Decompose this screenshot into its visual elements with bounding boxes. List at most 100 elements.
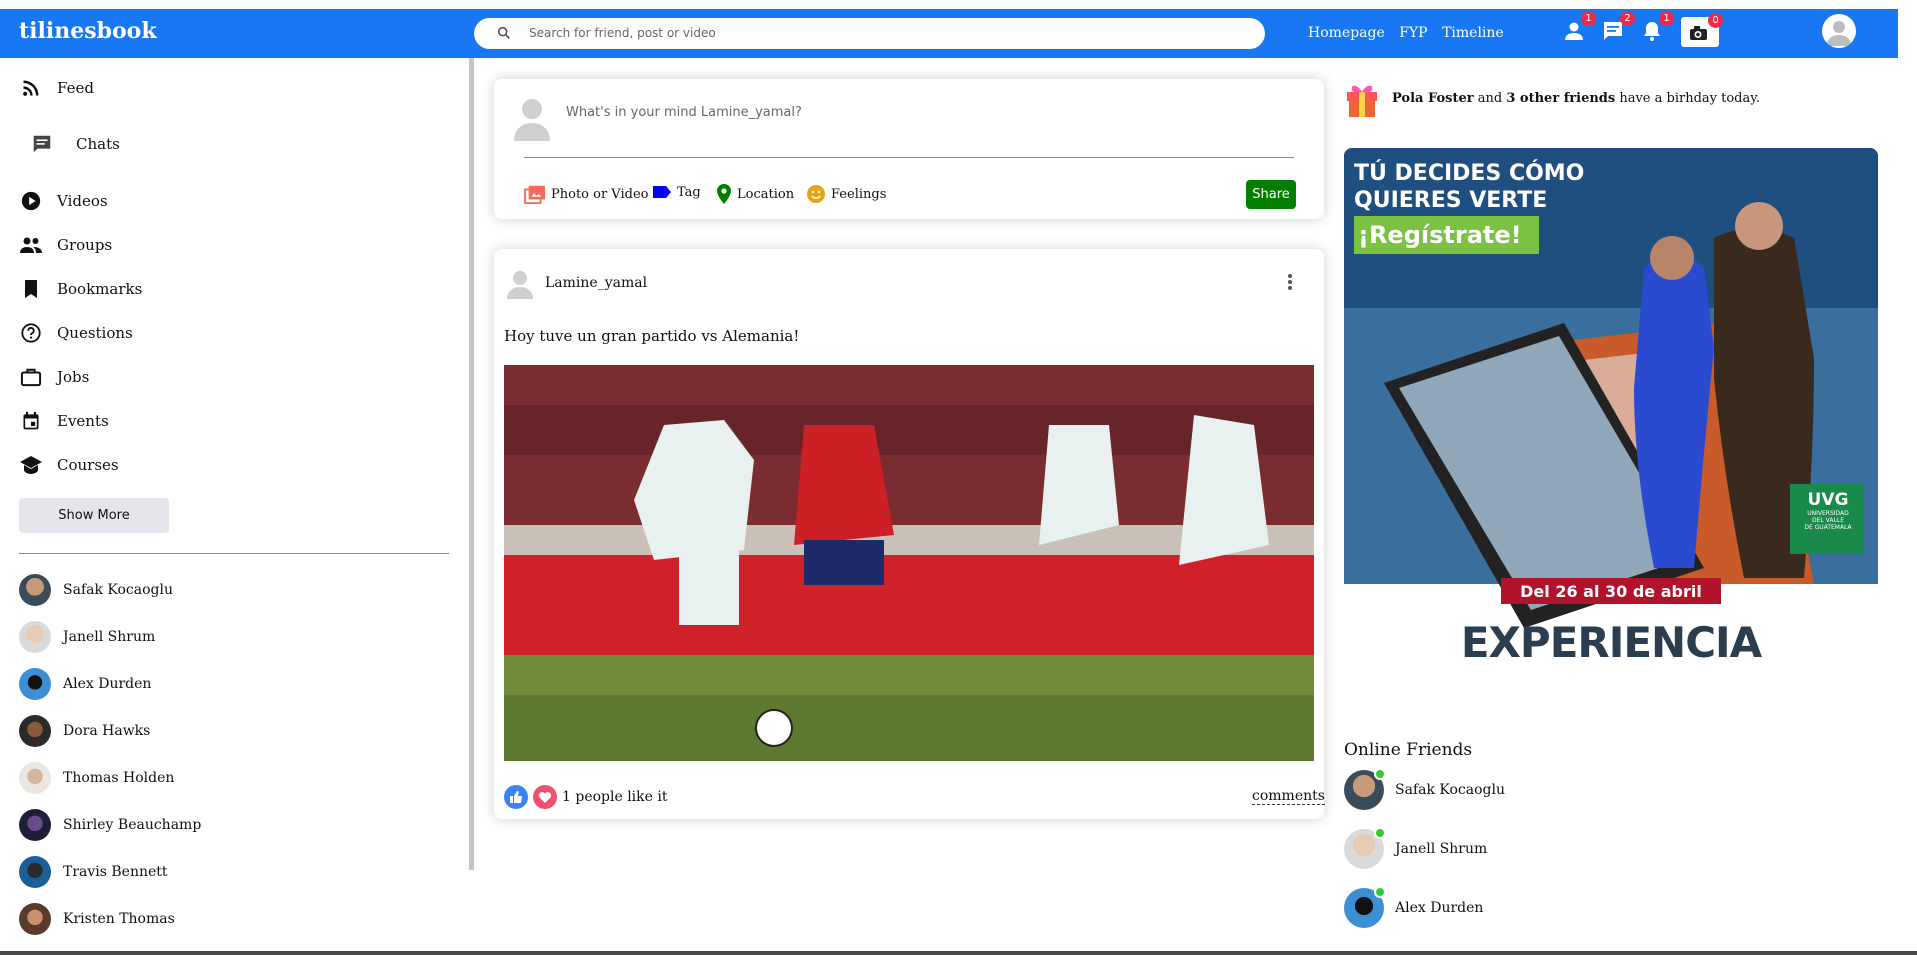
share-input[interactable]: What's in your mind Lamine_yamal? (566, 105, 802, 120)
sidebar-item-groups[interactable]: Groups (19, 233, 112, 257)
avatar (19, 903, 51, 935)
post-card: Lamine_yamal Hoy tuve un gran partido vs… (494, 249, 1325, 819)
camera-button[interactable]: 0 (1681, 13, 1723, 47)
photo-video-option[interactable]: Photo or Video (524, 184, 648, 204)
sidebar-item-label: Questions (57, 324, 133, 342)
friend-item[interactable]: Alex Durden (19, 668, 151, 700)
ad-headline: TÚ DECIDES CÓMO QUIERES VERTE (1354, 160, 1584, 214)
love-button[interactable] (533, 785, 557, 809)
homepage-link[interactable]: Homepage (1308, 25, 1385, 41)
likes-count: 1 people like it (562, 789, 668, 805)
online-friend-item[interactable]: Alex Durden (1344, 886, 1483, 928)
ad-dates: Del 26 al 30 de abril (1520, 582, 1702, 601)
play-circle-icon (21, 191, 41, 211)
friend-item[interactable]: Janell Shrum (19, 621, 155, 653)
sidebar-item-chats[interactable]: Chats (30, 132, 120, 156)
friend-item[interactable]: Thomas Holden (19, 762, 174, 794)
ad-logo-sub3: DE GUATEMALA (1804, 524, 1852, 531)
messages-button[interactable]: 2 (1601, 11, 1635, 45)
search-input[interactable]: Search for friend, post or video (529, 26, 716, 40)
browser-top-strip (0, 0, 1917, 9)
avatar (19, 809, 51, 841)
option-label: Photo or Video (551, 186, 649, 202)
group-icon (20, 237, 42, 253)
sidebar-item-questions[interactable]: Questions (19, 321, 133, 345)
post-image[interactable] (504, 365, 1314, 761)
help-circle-icon (21, 323, 41, 343)
messages-badge: 2 (1620, 11, 1635, 26)
bottom-edge (0, 951, 1917, 955)
birthday-text: have a birhday today. (1615, 90, 1760, 106)
label-icon (653, 186, 671, 198)
friend-name: Alex Durden (63, 676, 152, 692)
sidebar-item-events[interactable]: Events (19, 409, 109, 433)
post-username[interactable]: Lamine_yamal (545, 275, 647, 291)
online-friend-item[interactable]: Janell Shrum (1344, 827, 1487, 869)
friend-item[interactable]: Travis Bennett (19, 856, 168, 888)
search-bar[interactable]: Search for friend, post or video (474, 18, 1265, 49)
ad-line1: TÚ DECIDES CÓMO (1354, 161, 1585, 186)
feelings-option[interactable]: Feelings (806, 184, 886, 204)
friend-name: Safak Kocaoglu (63, 582, 173, 598)
camera-icon (1690, 26, 1707, 40)
online-friends-title: Online Friends (1344, 740, 1473, 760)
comments-link[interactable]: comments (1252, 788, 1325, 805)
avatar (19, 574, 51, 606)
share-divider (524, 157, 1294, 158)
online-friend-item[interactable]: Safak Kocaoglu (1344, 768, 1505, 810)
sidebar-item-label: Chats (76, 135, 120, 153)
default-avatar-icon (507, 271, 533, 299)
share-button[interactable]: Share (1246, 180, 1296, 209)
more-vert-icon[interactable] (1287, 273, 1293, 291)
left-sidebar: Feed Chats Videos Groups Bookmarks Quest… (0, 58, 468, 955)
sidebar-item-jobs[interactable]: Jobs (19, 365, 89, 389)
online-indicator (1374, 886, 1386, 898)
friend-item[interactable]: Kristen Thomas (19, 903, 175, 935)
location-option[interactable]: Location (716, 184, 794, 204)
default-avatar-icon (514, 99, 550, 141)
sidebar-item-courses[interactable]: Courses (19, 453, 119, 477)
like-button[interactable] (504, 785, 528, 809)
sidebar-item-label: Jobs (57, 368, 90, 386)
sidebar-item-label: Videos (57, 192, 108, 210)
avatar (19, 762, 51, 794)
calendar-icon (23, 411, 39, 430)
sidebar-item-label: Bookmarks (57, 280, 143, 298)
profile-avatar[interactable] (1822, 14, 1856, 48)
post-text: Hoy tuve un gran partido vs Alemania! (504, 327, 800, 345)
sidebar-scrollbar[interactable] (469, 58, 474, 870)
avatar (19, 668, 51, 700)
ad-cta: ¡Regístrate! (1358, 221, 1522, 249)
sidebar-item-feed[interactable]: Feed (19, 76, 94, 100)
avatar (19, 621, 51, 653)
friend-item[interactable]: Safak Kocaoglu (19, 574, 173, 606)
sidebar-item-videos[interactable]: Videos (19, 189, 108, 213)
ad-brand: EXPERIENCIA (1460, 618, 1762, 667)
sidebar-item-bookmarks[interactable]: Bookmarks (19, 277, 142, 301)
ad-logo-sub2: DEL VALLE (1812, 517, 1844, 524)
friend-requests-button[interactable]: 1 (1562, 11, 1596, 45)
option-label: Tag (677, 184, 701, 200)
show-more-button[interactable]: Show More (19, 498, 169, 533)
ad-line2: QUIERES VERTE (1354, 188, 1548, 213)
notifications-button[interactable]: 1 (1640, 11, 1674, 45)
sidebar-divider (19, 553, 449, 554)
option-label: Location (737, 186, 795, 202)
share-box: What's in your mind Lamine_yamal? Photo … (494, 79, 1324, 219)
logo[interactable]: tilinesbook (19, 18, 157, 44)
ad-logo: UVG UNIVERSIDAD DEL VALLE DE GUATEMALA (1800, 490, 1856, 531)
rss-icon (23, 80, 39, 96)
school-icon (20, 456, 42, 474)
sidebar-item-label: Courses (57, 456, 119, 474)
ad-logo-sub1: UNIVERSIDAD (1807, 510, 1849, 517)
fyp-link[interactable]: FYP (1399, 25, 1427, 41)
tag-option[interactable]: Tag (652, 184, 701, 200)
option-label: Feelings (831, 186, 887, 202)
friend-item[interactable]: Shirley Beauchamp (19, 809, 201, 841)
birthday-and: and (1473, 90, 1507, 106)
timeline-link[interactable]: Timeline (1442, 25, 1504, 41)
birthday-notice: Pola Foster and 3 other friends have a b… (1344, 78, 1760, 118)
default-avatar-icon (1827, 21, 1851, 46)
ad-banner[interactable]: TÚ DECIDES CÓMO QUIERES VERTE ¡Regístrat… (1344, 148, 1878, 718)
friend-item[interactable]: Dora Hawks (19, 715, 150, 747)
